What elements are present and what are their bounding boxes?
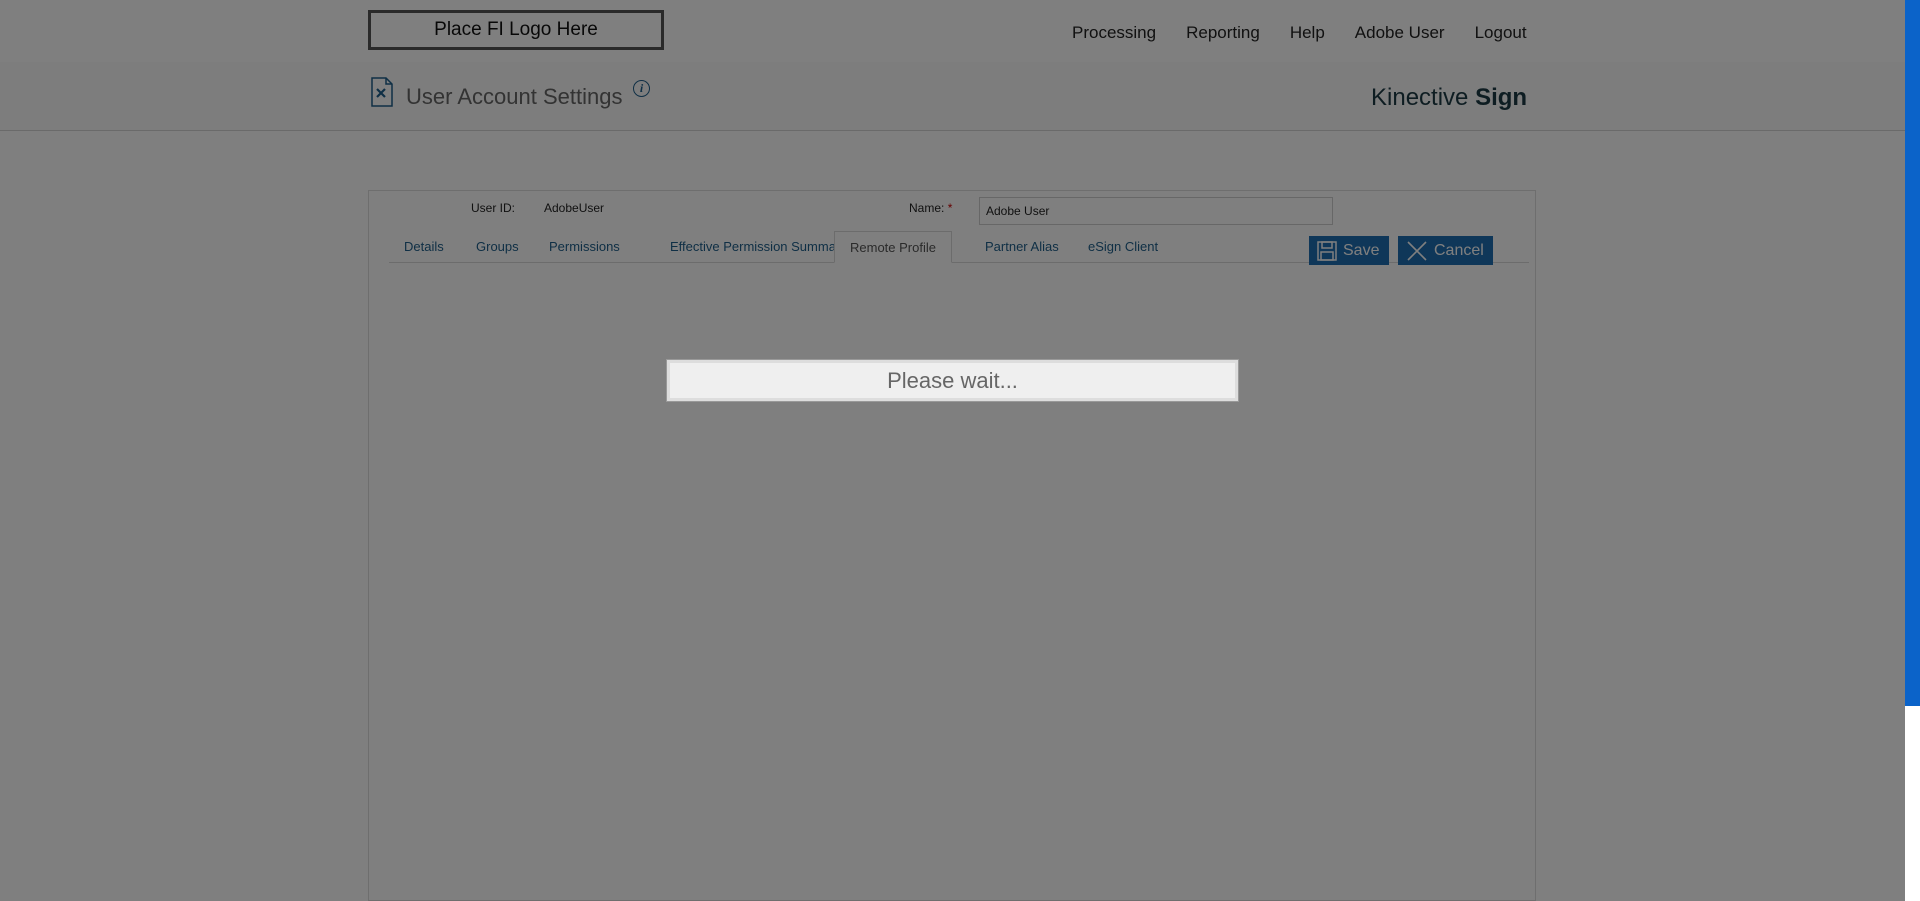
scrollbar-track[interactable] <box>1905 0 1920 706</box>
modal-overlay <box>0 0 1905 901</box>
please-wait-dialog: Please wait... <box>667 360 1238 401</box>
scrollbar-gap <box>1905 706 1920 901</box>
